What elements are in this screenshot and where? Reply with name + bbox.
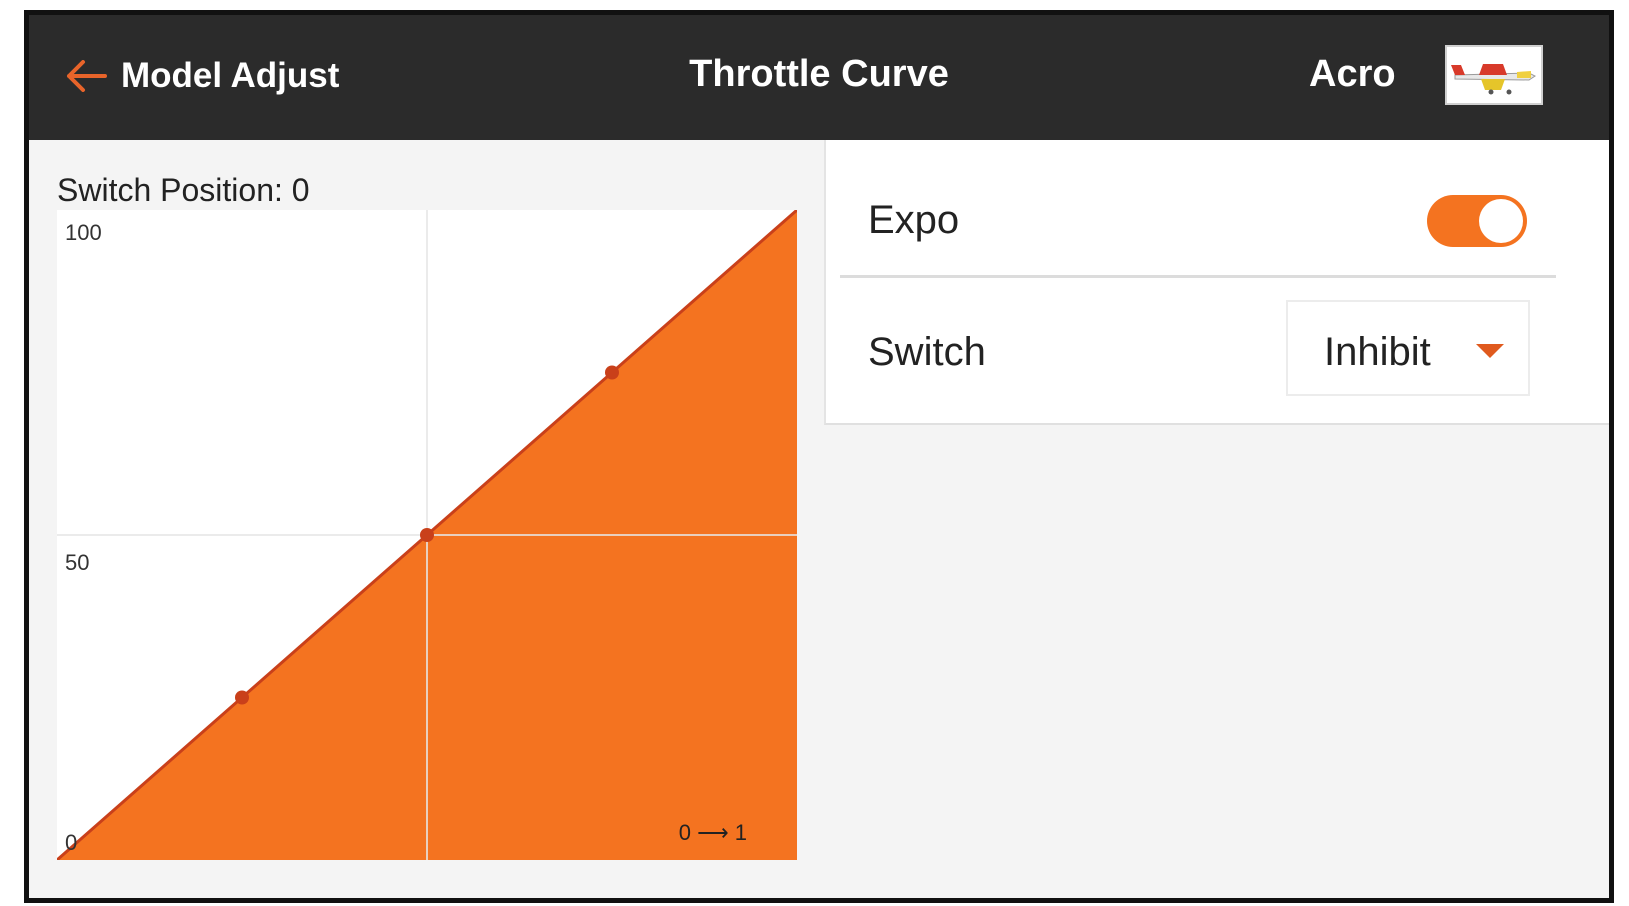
model-thumbnail[interactable]: [1445, 45, 1543, 105]
y-tick-label: 50: [65, 550, 89, 575]
switch-position-label: Switch Position: 0: [57, 172, 310, 208]
direction-label: 0 ⟶ 1: [679, 820, 747, 845]
switch-label: Switch: [868, 330, 986, 374]
expo-toggle-knob: [1479, 199, 1523, 243]
airplane-icon: [1451, 64, 1536, 95]
chevron-down-icon: [1476, 344, 1504, 358]
app-frame: Model Adjust Throttle Curve Acro Switch …: [24, 10, 1614, 903]
model-name[interactable]: Acro: [1309, 53, 1396, 96]
switch-dropdown[interactable]: Inhibit: [1286, 300, 1530, 396]
curve-point[interactable]: [235, 690, 249, 705]
settings-panel: Expo Switch Inhibit: [824, 140, 1609, 425]
header-bar: Model Adjust Throttle Curve Acro: [29, 15, 1609, 140]
y-tick-label: 0: [65, 830, 77, 855]
switch-row: Switch Inhibit: [840, 278, 1556, 418]
expo-toggle[interactable]: [1427, 195, 1527, 247]
curve-panel: Switch Position: 0 100 50 0 0 ⟶ 1: [29, 140, 829, 898]
expo-row: Expo: [840, 140, 1556, 278]
curve-point[interactable]: [605, 365, 619, 380]
expo-label: Expo: [868, 198, 960, 242]
switch-dropdown-value: Inhibit: [1324, 330, 1431, 374]
y-tick-label: 100: [65, 220, 102, 245]
curve-point[interactable]: [420, 528, 434, 542]
throttle-curve-chart[interactable]: 100 50 0 0 ⟶ 1: [57, 210, 797, 860]
